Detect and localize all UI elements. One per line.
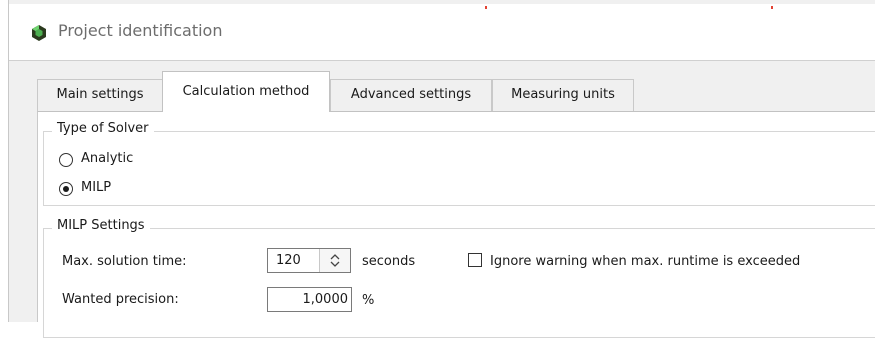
tab-advanced-settings[interactable]: Advanced settings (330, 79, 492, 111)
tab-measuring-units[interactable]: Measuring units (492, 79, 634, 111)
title-separator (9, 60, 875, 61)
max-solution-time-value[interactable]: 120 (276, 249, 301, 272)
wanted-precision-label: Wanted precision: (62, 292, 179, 307)
solver-group (43, 131, 875, 206)
wanted-precision-input[interactable]: 1,0000 (267, 287, 352, 312)
milp-radio[interactable] (59, 182, 73, 196)
time-unit-label: seconds (362, 254, 416, 269)
top-mark (485, 6, 487, 9)
max-solution-time-label: Max. solution time: (62, 254, 187, 269)
app-logo-icon (32, 25, 46, 41)
precision-unit-label: % (362, 293, 375, 308)
top-mark (771, 6, 773, 9)
spin-buttons[interactable] (319, 249, 350, 272)
desktop-edge (0, 0, 8, 322)
ignore-warning-checkbox[interactable] (468, 253, 482, 267)
analytic-radio-label[interactable]: Analytic (81, 151, 133, 166)
window-title: Project identification (58, 21, 223, 40)
milp-radio-label[interactable]: MILP (81, 180, 111, 195)
solver-group-title: Type of Solver (52, 121, 154, 136)
ignore-warning-label[interactable]: Ignore warning when max. runtime is exce… (490, 254, 800, 269)
milp-settings-title: MILP Settings (52, 218, 150, 233)
tab-main-settings[interactable]: Main settings (37, 79, 163, 111)
radio-selected-dot (63, 186, 69, 192)
analytic-radio[interactable] (59, 153, 73, 167)
tab-calculation-method[interactable]: Calculation method (162, 71, 330, 112)
spinner-arrows-icon[interactable] (329, 253, 341, 268)
max-solution-time-stepper[interactable]: 120 (267, 248, 351, 273)
